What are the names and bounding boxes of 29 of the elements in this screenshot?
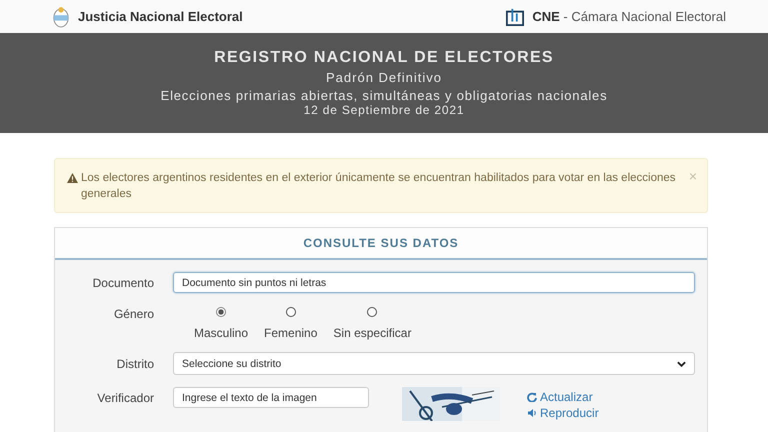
captcha-link[interactable]: Actualizar	[527, 388, 599, 404]
chevron-icon	[677, 360, 686, 366]
speaker-icon	[527, 408, 537, 418]
cne-title: CNE - Cámara Nacional Electoral	[532, 9, 726, 24]
radio-button[interactable]	[367, 307, 378, 317]
document-field[interactable]: Documento sin puntos ni letras	[173, 272, 695, 293]
radio-label: Sin especificar	[333, 326, 412, 340]
election-name: Elecciones primarias abiertas, simultáneas y obligatorias nacionales	[160, 88, 608, 103]
verifier-field[interactable]: Ingrese el texto de la imagen	[173, 387, 369, 408]
building-icon	[506, 8, 524, 26]
field-label: Documento	[92, 276, 154, 290]
captcha-link[interactable]: Reproducir	[527, 404, 599, 420]
field-label: Distrito	[116, 356, 154, 370]
warning-icon	[67, 173, 78, 183]
card-title: CONSULTE SUS DATOS	[303, 236, 459, 250]
radio-label: Femenino	[264, 326, 318, 340]
banner-title: REGISTRO NACIONAL DE ELECTORES	[214, 49, 554, 67]
site-title: Justicia Nacional Electoral	[78, 9, 243, 24]
refresh-icon	[527, 392, 537, 402]
field-label: Verificador	[96, 390, 154, 404]
radio-button[interactable]	[286, 307, 296, 317]
district-select[interactable]: Seleccione su distrito	[173, 352, 695, 375]
radio-label: Masculino	[194, 326, 248, 340]
banner-subtitle: Padrón Definitivo	[326, 70, 442, 85]
shield-icon	[52, 4, 70, 28]
field-label: Género	[112, 307, 154, 321]
alert-text: Los electores argentinos residentes en el exterior únicamente se encuentran habilitados para votar en las elecciones generales	[81, 171, 677, 202]
radio-button[interactable]	[216, 307, 226, 317]
election-date: 12 de Septiembre de 2021	[304, 103, 464, 117]
